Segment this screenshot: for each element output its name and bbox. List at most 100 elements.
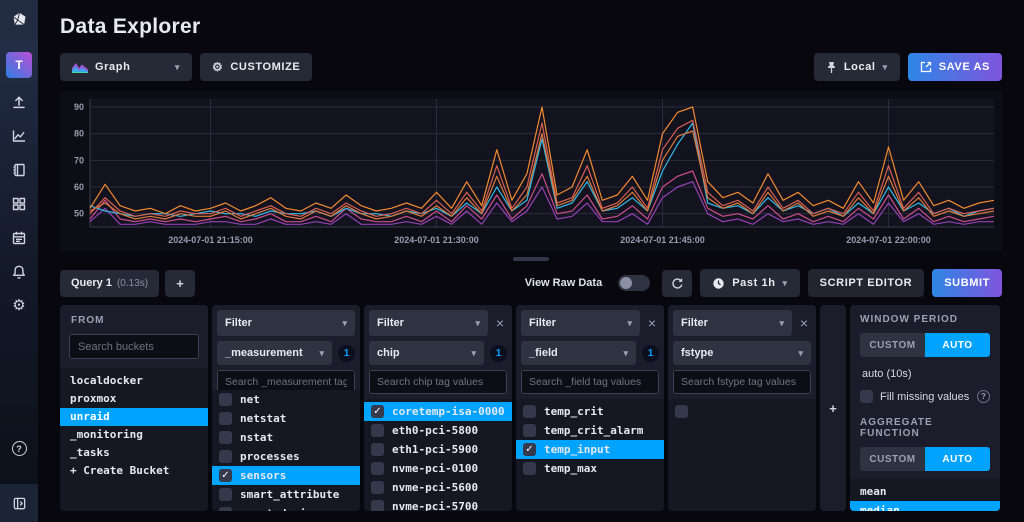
chart-svg[interactable]: 50607080902024-07-01 21:15:002024-07-01 … bbox=[60, 91, 1000, 251]
bucket-item[interactable]: _monitoring bbox=[60, 426, 208, 444]
tag-value-item[interactable]: nvme-pci-5600 bbox=[364, 478, 512, 497]
close-icon[interactable]: × bbox=[645, 316, 659, 330]
tag-value-item[interactable]: ✓temp_input bbox=[516, 440, 664, 459]
window-period-segmented: CUSTOM AUTO bbox=[860, 333, 990, 357]
influxdb-logo-icon bbox=[11, 12, 28, 28]
tag-value-item[interactable]: eth1-pci-5900 bbox=[364, 440, 512, 459]
script-editor-button[interactable]: SCRIPT EDITOR bbox=[808, 269, 925, 297]
tag-value-list: ✓coretemp-isa-0000eth0-pci-5800eth1-pci-… bbox=[364, 399, 512, 511]
aggregate-auto-button[interactable]: AUTO bbox=[925, 447, 990, 471]
aggregate-custom-button[interactable]: CUSTOM bbox=[860, 447, 925, 471]
window-auto-button[interactable]: AUTO bbox=[925, 333, 990, 357]
bucket-item[interactable]: unraid bbox=[60, 408, 208, 426]
filter-type-dropdown[interactable]: Filter ▾ bbox=[673, 310, 792, 336]
tag-value-item[interactable]: nstat bbox=[212, 428, 360, 447]
view-type-label: Graph bbox=[95, 61, 130, 73]
filter-type-dropdown[interactable]: Filter ▾ bbox=[217, 310, 355, 336]
filter-type-dropdown[interactable]: Filter ▾ bbox=[521, 310, 640, 336]
add-filter-button[interactable]: + bbox=[820, 305, 846, 511]
tag-value-label: nvme-pci-0100 bbox=[392, 462, 478, 475]
tag-value-label: smart_device bbox=[240, 507, 319, 511]
tag-value-search-input[interactable] bbox=[369, 370, 507, 394]
checkbox[interactable] bbox=[371, 462, 384, 475]
close-icon[interactable]: × bbox=[797, 316, 811, 330]
close-icon[interactable]: × bbox=[493, 316, 507, 330]
chevron-down-icon: ▾ bbox=[783, 278, 788, 289]
bucket-search-input[interactable] bbox=[69, 334, 199, 359]
create-bucket-button[interactable]: + Create Bucket bbox=[60, 462, 208, 480]
tasks-calendar-icon[interactable] bbox=[11, 230, 27, 246]
time-range-dropdown[interactable]: Past 1h ▾ bbox=[700, 269, 799, 297]
tag-value-item[interactable]: temp_crit_alarm bbox=[516, 421, 664, 440]
checkbox[interactable] bbox=[523, 424, 536, 437]
checkbox[interactable] bbox=[219, 507, 232, 511]
bucket-item[interactable]: proxmox bbox=[60, 390, 208, 408]
notebooks-icon[interactable] bbox=[11, 162, 27, 178]
checkbox[interactable] bbox=[371, 424, 384, 437]
tag-value-item[interactable]: ✓ sensors bbox=[212, 466, 360, 485]
function-item[interactable]: mean bbox=[850, 482, 1000, 501]
settings-gear-icon[interactable]: ⚙ bbox=[11, 298, 27, 314]
customize-button[interactable]: ⚙ CUSTOMIZE bbox=[200, 53, 312, 81]
checkbox[interactable]: ✓ bbox=[371, 405, 384, 418]
info-icon[interactable]: ? bbox=[977, 390, 990, 403]
tag-value-item[interactable]: temp_crit bbox=[516, 402, 664, 421]
tag-value-item[interactable]: net bbox=[212, 390, 360, 409]
dashboards-icon[interactable] bbox=[11, 196, 27, 212]
refresh-button[interactable] bbox=[662, 270, 692, 297]
tag-value-label: smart_attribute bbox=[240, 488, 339, 501]
checkbox[interactable] bbox=[219, 431, 232, 444]
checkbox[interactable]: ✓ bbox=[219, 469, 232, 482]
checkbox[interactable]: ✓ bbox=[523, 443, 536, 456]
local-dropdown[interactable]: Local ▾ bbox=[814, 53, 900, 81]
tag-key-dropdown[interactable]: _field ▾ bbox=[521, 341, 636, 365]
data-explorer-icon[interactable] bbox=[11, 128, 27, 144]
fill-missing-checkbox[interactable] bbox=[860, 390, 873, 403]
tag-value-item[interactable]: netstat bbox=[212, 409, 360, 428]
bucket-item[interactable]: localdocker bbox=[60, 372, 208, 390]
filter-type-dropdown[interactable]: Filter ▾ bbox=[369, 310, 488, 336]
view-type-dropdown[interactable]: Graph ▾ bbox=[60, 53, 192, 81]
chart-panel: 50607080902024-07-01 21:15:002024-07-01 … bbox=[60, 91, 1002, 251]
tag-value-search-input[interactable] bbox=[673, 370, 811, 394]
save-as-button[interactable]: SAVE AS bbox=[908, 53, 1002, 81]
query-tab[interactable]: Query 1 (0.13s) bbox=[60, 270, 159, 297]
add-query-button[interactable]: + bbox=[165, 270, 195, 297]
resize-drag-handle[interactable] bbox=[513, 257, 549, 261]
view-raw-data-toggle[interactable] bbox=[618, 275, 650, 291]
checkbox[interactable] bbox=[219, 450, 232, 463]
tag-value-item[interactable]: temp_max bbox=[516, 459, 664, 478]
tag-value-item[interactable]: eth0-pci-5800 bbox=[364, 421, 512, 440]
bucket-item[interactable]: _tasks bbox=[60, 444, 208, 462]
checkbox[interactable] bbox=[371, 443, 384, 456]
tag-value-label: sensors bbox=[240, 469, 286, 482]
tag-key-dropdown[interactable]: _measurement ▾ bbox=[217, 341, 332, 365]
tag-value-search-input[interactable] bbox=[521, 370, 659, 394]
checkbox[interactable] bbox=[219, 412, 232, 425]
tag-value-item[interactable]: smart_device bbox=[212, 504, 360, 511]
alerts-bell-icon[interactable] bbox=[11, 264, 27, 280]
checkbox[interactable] bbox=[675, 405, 688, 418]
tag-key-dropdown[interactable]: chip ▾ bbox=[369, 341, 484, 365]
checkbox[interactable] bbox=[219, 393, 232, 406]
tag-key-dropdown[interactable]: fstype ▾ bbox=[673, 341, 811, 365]
user-avatar[interactable]: T bbox=[6, 52, 32, 78]
tag-value-item[interactable]: nvme-pci-0100 bbox=[364, 459, 512, 478]
upload-icon[interactable] bbox=[11, 94, 27, 110]
tag-value-item[interactable] bbox=[668, 402, 816, 421]
influxdb-logo[interactable] bbox=[0, 0, 38, 40]
tag-value-item[interactable]: smart_attribute bbox=[212, 485, 360, 504]
submit-button[interactable]: SUBMIT bbox=[932, 269, 1002, 297]
tag-value-item[interactable]: ✓coretemp-isa-0000 bbox=[364, 402, 512, 421]
tag-value-item[interactable]: processes bbox=[212, 447, 360, 466]
function-item[interactable]: median bbox=[850, 501, 1000, 511]
toggle-panel-icon[interactable] bbox=[0, 484, 38, 522]
checkbox[interactable] bbox=[219, 488, 232, 501]
tag-value-item[interactable]: nvme-pci-5700 bbox=[364, 497, 512, 511]
checkbox[interactable] bbox=[371, 481, 384, 494]
checkbox[interactable] bbox=[523, 405, 536, 418]
help-icon[interactable]: ? bbox=[12, 441, 27, 456]
window-custom-button[interactable]: CUSTOM bbox=[860, 333, 925, 357]
checkbox[interactable] bbox=[523, 462, 536, 475]
checkbox[interactable] bbox=[371, 500, 384, 511]
